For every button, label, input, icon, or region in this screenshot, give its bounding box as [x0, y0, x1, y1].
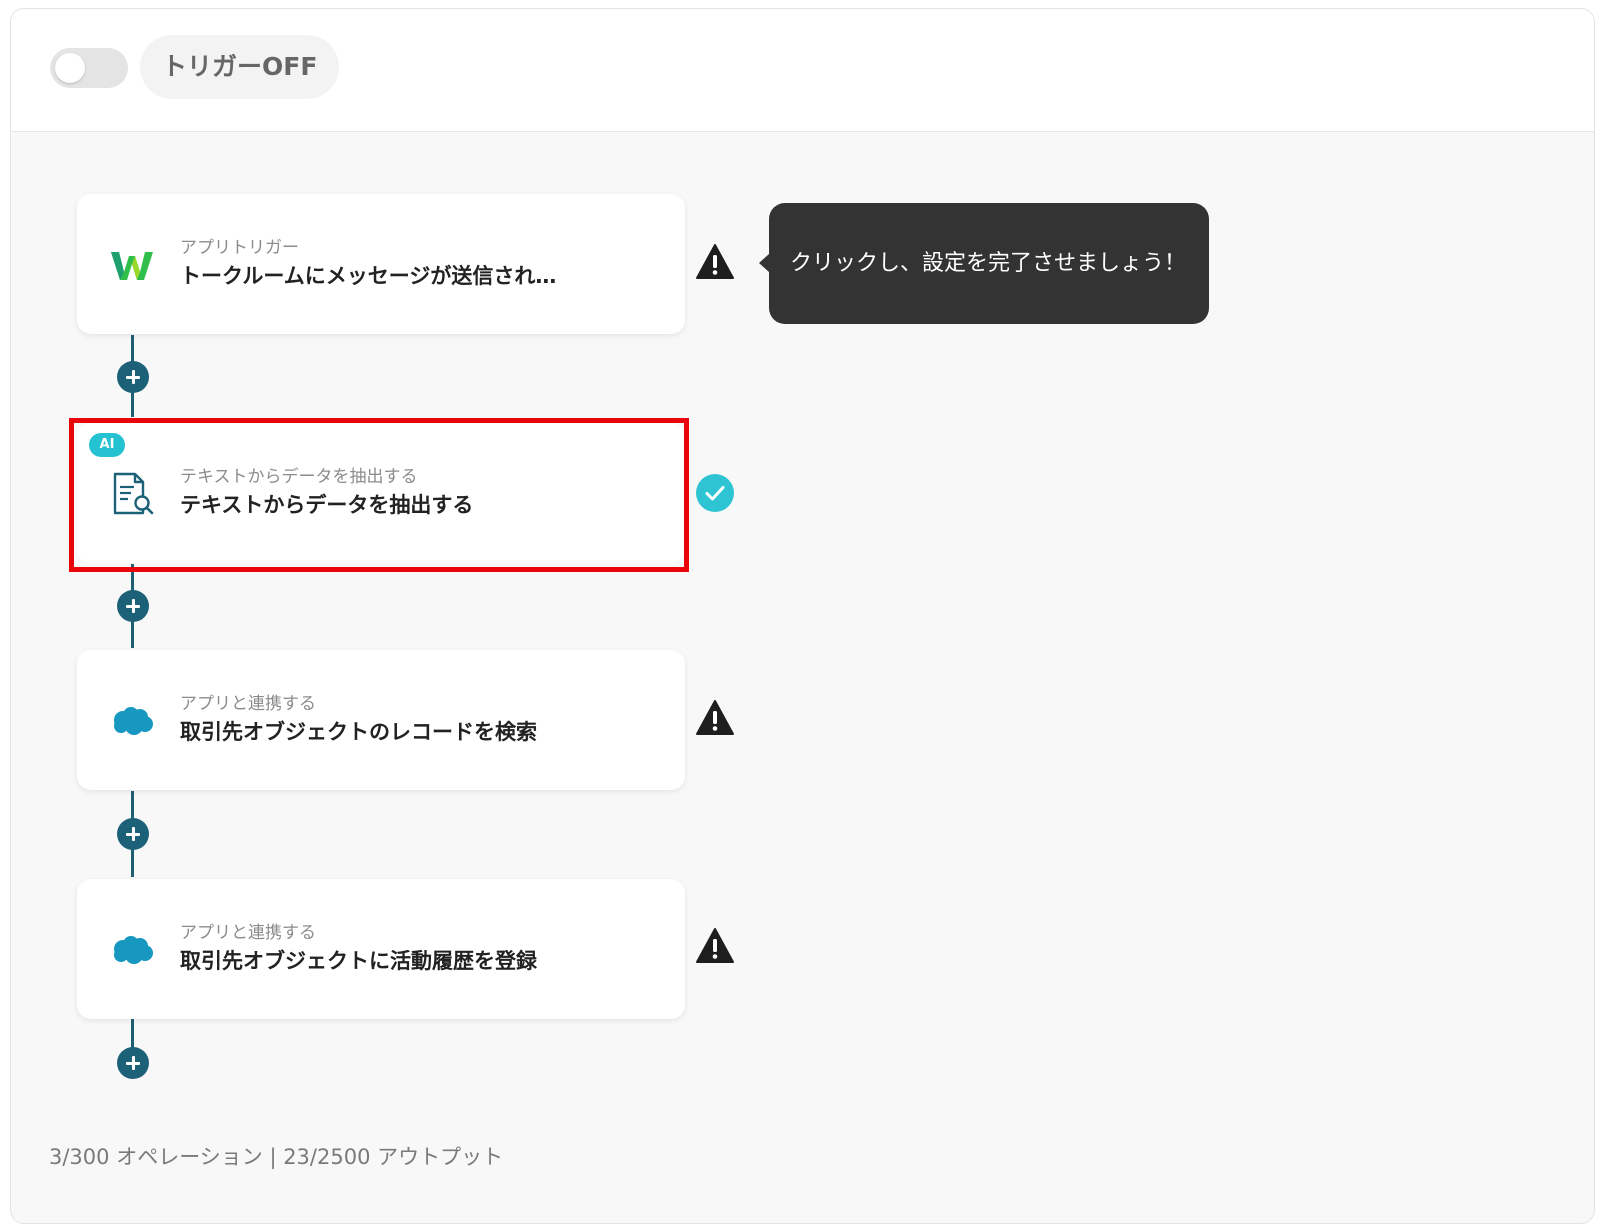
flow-step-card-trigger[interactable]: アプリトリガー トークルームにメッセージが送信され…	[77, 194, 685, 334]
add-step-button[interactable]	[117, 590, 149, 622]
top-bar: トリガーOFF	[11, 9, 1594, 132]
step-type-label: アプリと連携する	[180, 923, 316, 943]
toggle-knob	[55, 53, 85, 83]
usage-counter: 3/300 オペレーション | 23/2500 アウトプット	[49, 1145, 504, 1169]
warning-icon	[696, 928, 734, 963]
step-type-label: アプリと連携する	[180, 694, 316, 714]
flow-step-card-salesforce-search[interactable]: アプリと連携する 取引先オブジェクトのレコードを検索	[77, 650, 685, 790]
step-type-label: テキストからデータを抽出する	[180, 467, 418, 487]
step-type-label: アプリトリガー	[180, 238, 299, 258]
step-title: テキストからデータを抽出する	[180, 493, 474, 517]
check-icon	[696, 474, 734, 512]
step-title: 取引先オブジェクトに活動履歴を登録	[180, 949, 537, 973]
trigger-status-label: トリガーOFF	[140, 35, 340, 99]
works-w-logo-icon	[111, 252, 153, 280]
step-title: トークルームにメッセージが送信され…	[180, 264, 557, 288]
salesforce-cloud-icon	[114, 707, 153, 735]
salesforce-cloud-icon	[114, 936, 153, 964]
setup-tooltip: クリックし、設定を完了させましょう！	[759, 203, 1209, 324]
warning-icon	[696, 700, 734, 735]
flow-step-card-ai-extract[interactable]: AI テキストからデータを抽出する テキストからデータを抽出する	[77, 423, 685, 563]
document-search-icon	[113, 472, 154, 515]
flow-step-card-salesforce-register[interactable]: アプリと連携する 取引先オブジェクトに活動履歴を登録	[77, 879, 685, 1019]
workflow-editor: トリガーOFF アプリトリガー トークルームにメッセージが送信され… クリックし…	[10, 8, 1595, 1224]
trigger-toggle[interactable]	[50, 48, 128, 88]
ai-badge: AI	[89, 433, 125, 457]
add-step-button[interactable]	[117, 818, 149, 850]
add-step-button[interactable]	[117, 361, 149, 393]
warning-icon	[696, 244, 734, 279]
add-step-button[interactable]	[117, 1047, 149, 1079]
step-title: 取引先オブジェクトのレコードを検索	[180, 720, 537, 744]
